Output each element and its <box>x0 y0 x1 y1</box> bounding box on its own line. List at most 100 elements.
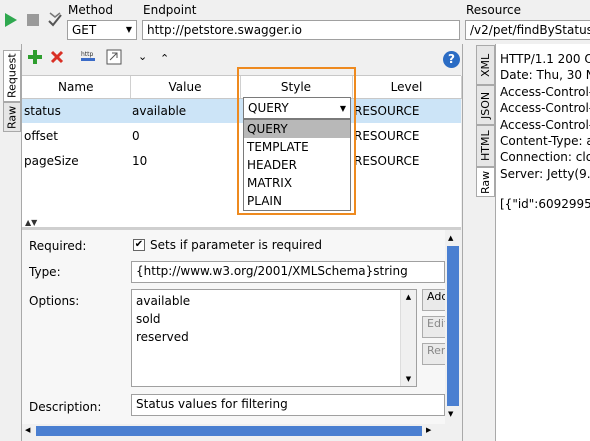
required-checkbox[interactable]: ✔ <box>133 239 145 251</box>
move-down-button[interactable]: ⌄ <box>138 50 147 63</box>
splitter-arrows-icon[interactable]: ▲▼ <box>25 219 37 227</box>
delete-param-button[interactable] <box>50 50 64 67</box>
chevron-down-icon: ▼ <box>125 25 132 34</box>
required-checkbox-text: Sets if parameter is required <box>150 238 322 252</box>
description-label: Description: <box>29 400 102 414</box>
type-label: Type: <box>29 265 61 279</box>
tab-request-label: Request <box>5 53 19 99</box>
scroll-up-icon[interactable]: ▲ <box>448 234 453 242</box>
help-button[interactable]: ? <box>443 51 460 68</box>
chevron-down-icon: ⌄ <box>138 50 148 63</box>
edit-option-button[interactable]: Edit <box>422 316 448 338</box>
endpoint-field[interactable]: http://petstore.swagger.io <box>142 20 460 40</box>
url-params-icon: http <box>81 51 95 61</box>
dropdown-option[interactable]: MATRIX <box>244 174 350 192</box>
dropdown-option[interactable]: TEMPLATE <box>244 138 350 156</box>
tab-request[interactable]: Request <box>3 50 21 102</box>
response-body: [{"id":6092995818 <box>500 197 590 212</box>
tab-raw-response[interactable]: Raw <box>476 167 495 197</box>
scroll-left-icon[interactable]: ◀ <box>25 426 30 434</box>
method-label: Method <box>68 3 114 17</box>
cell-value[interactable]: 0 <box>130 123 240 148</box>
resource-field[interactable]: /v2/pet/findByStatus <box>465 20 590 40</box>
stop-button[interactable] <box>26 13 40 30</box>
cell-name[interactable]: offset <box>22 123 130 148</box>
scroll-right-icon[interactable]: ▶ <box>426 426 431 434</box>
tab-xml[interactable]: XML <box>476 45 495 85</box>
response-line: Date: Thu, 30 Nov <box>500 68 590 83</box>
type-field[interactable]: {http://www.w3.org/2001/XMLSchema}string <box>131 261 445 283</box>
resource-label: Resource <box>466 3 522 17</box>
run-all-button[interactable] <box>46 10 64 33</box>
list-item[interactable]: reserved <box>136 328 412 346</box>
header-style[interactable]: Style <box>240 76 353 99</box>
header-value[interactable]: Value <box>130 76 241 99</box>
play-icon <box>5 13 17 27</box>
cell-level[interactable]: RESOURCE <box>352 148 461 173</box>
scroll-down-icon[interactable]: ▼ <box>401 372 416 386</box>
description-field[interactable]: Status values for filtering <box>131 394 445 416</box>
delete-icon <box>50 50 64 64</box>
response-line: Access-Control-A <box>500 101 590 116</box>
details-scrollbar[interactable]: ▲ ▼ <box>445 230 461 424</box>
dropdown-option[interactable]: PLAIN <box>244 192 350 210</box>
response-line: Content-Type: ap <box>500 134 590 149</box>
type-value: {http://www.w3.org/2001/XMLSchema}string <box>136 264 408 278</box>
scroll-up-icon[interactable]: ▲ <box>401 290 416 304</box>
tab-html[interactable]: HTML <box>476 125 495 167</box>
cell-level[interactable]: RESOURCE <box>352 123 461 148</box>
dropdown-option[interactable]: QUERY <box>244 120 350 138</box>
add-param-button[interactable] <box>28 50 42 67</box>
tab-json-label: JSON <box>479 91 492 119</box>
cell-name[interactable]: pageSize <box>22 148 130 173</box>
tab-json[interactable]: JSON <box>476 85 495 125</box>
param-details: Required: ✔ Sets if parameter is require… <box>22 230 461 424</box>
options-scrollbar[interactable]: ▲ ▼ <box>400 290 416 386</box>
response-line: Server: Jetty(9.2.9 <box>500 166 590 181</box>
style-select-value: QUERY <box>248 101 289 115</box>
response-line: HTTP/1.1 200 OK <box>500 52 590 66</box>
list-item[interactable]: sold <box>136 310 412 328</box>
response-line: Access-Control-A <box>500 117 590 132</box>
hscroll-thumb[interactable] <box>36 426 422 436</box>
cell-level[interactable]: RESOURCE <box>352 98 461 123</box>
table-row[interactable]: pageSize 10 RESOURCE <box>22 148 461 173</box>
header-name[interactable]: Name <box>22 76 131 99</box>
cell-value[interactable]: 10 <box>130 148 240 173</box>
response-line: Connection: clos <box>500 150 590 165</box>
stop-icon <box>27 14 39 26</box>
move-up-button[interactable]: ⌃ <box>160 52 169 65</box>
add-option-button[interactable]: Add <box>422 289 448 311</box>
table-row[interactable]: status available RESOURCE <box>22 98 461 123</box>
style-dropdown-list[interactable]: QUERY TEMPLATE HEADER MATRIX PLAIN <box>243 119 351 211</box>
list-item[interactable]: available <box>136 292 412 310</box>
svg-text:http: http <box>81 51 94 58</box>
cell-name[interactable]: status <box>22 98 130 123</box>
tab-raw-label: Raw <box>5 105 19 129</box>
required-label: Required: <box>29 239 87 253</box>
resource-value: /v2/pet/findByStatus <box>470 23 590 37</box>
options-list[interactable]: available sold reserved <box>131 289 417 387</box>
tab-raw-request[interactable]: Raw <box>3 102 21 132</box>
request-panel: http ⌄ ⌃ ? Name Value Style Level status… <box>21 44 462 441</box>
details-hscrollbar[interactable]: ◀ ▶ <box>22 424 461 438</box>
style-select[interactable]: QUERY ▼ <box>243 97 351 119</box>
pane-divider[interactable] <box>462 44 476 441</box>
revert-params-button[interactable] <box>106 49 122 68</box>
extract-params-button[interactable]: http <box>80 49 96 68</box>
run-button[interactable] <box>4 12 18 31</box>
response-raw-view[interactable]: HTTP/1.1 200 OK Date: Thu, 30 Nov Access… <box>495 44 590 441</box>
tab-raw-response-label: Raw <box>479 170 492 194</box>
scroll-down-icon[interactable]: ▼ <box>448 410 453 418</box>
remove-option-button[interactable]: Rem <box>422 343 452 365</box>
chevron-down-icon: ▼ <box>339 104 346 113</box>
method-select[interactable]: GET ▼ <box>67 20 137 40</box>
table-row[interactable]: offset 0 RESOURCE <box>22 123 461 148</box>
endpoint-label: Endpoint <box>143 3 197 17</box>
header-level[interactable]: Level <box>352 76 462 99</box>
cell-value[interactable]: available <box>130 98 240 123</box>
tab-xml-label: XML <box>479 53 492 77</box>
scroll-thumb[interactable] <box>447 246 459 406</box>
params-table: Name Value Style Level status available … <box>22 76 462 173</box>
dropdown-option[interactable]: HEADER <box>244 156 350 174</box>
